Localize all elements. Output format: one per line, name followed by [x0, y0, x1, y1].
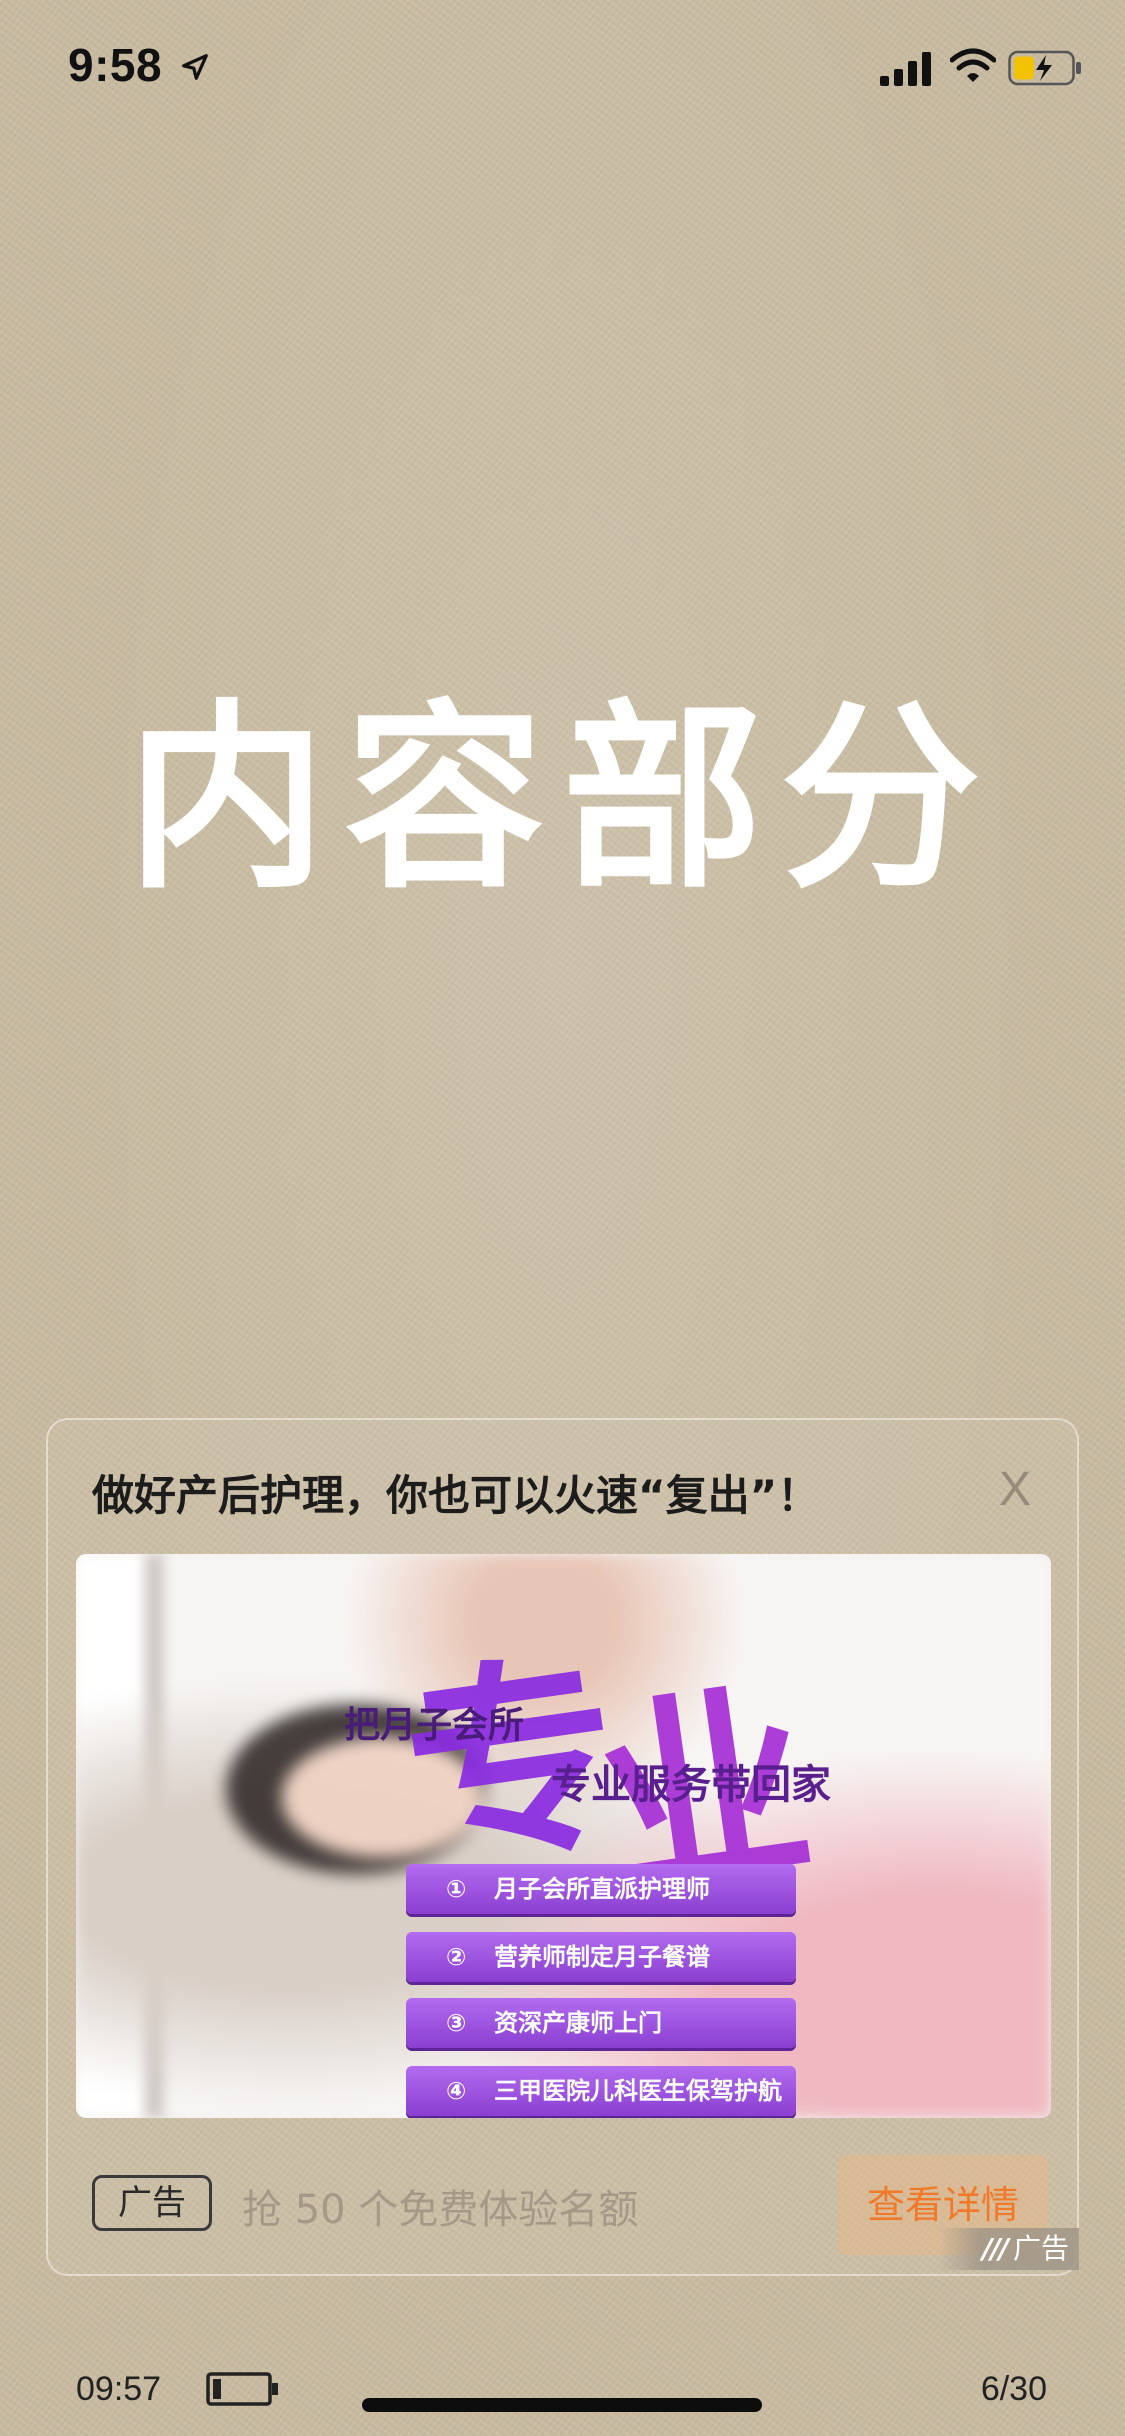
ad-card[interactable]: 做好产后护理，你也可以火速“复出”！ X 专 业 把月子会所 专业服务带回家 ①… — [46, 1418, 1079, 2276]
ad-feature-ribbon: ④ 三甲医院儿科医生保驾护航 — [406, 2066, 796, 2116]
ad-feature-number: ④ — [446, 2077, 467, 2105]
ad-feature-ribbon: ① 月子会所直派护理师 — [406, 1864, 796, 1914]
ad-network-logo-icon: /// — [982, 2232, 1009, 2265]
location-arrow-icon — [182, 54, 208, 80]
ad-feature-ribbon: ③ 资深产康师上门 — [406, 1998, 796, 2048]
battery-icon — [206, 2372, 278, 2406]
home-indicator[interactable] — [362, 2398, 762, 2412]
status-time: 9:58 — [68, 39, 163, 91]
cellular-signal-icon — [880, 52, 931, 86]
close-button[interactable]: X — [999, 1462, 1031, 1517]
ad-feature-text: 三甲医院儿科医生保驾护航 — [494, 2077, 782, 2105]
ad-tagline-1: 把月子会所 — [344, 1705, 525, 1746]
ad-badge: 广告 — [92, 2175, 212, 2231]
ad-feature-text: 营养师制定月子餐谱 — [494, 1943, 710, 1971]
ad-subtext: 抢 50 个免费体验名额 — [242, 2187, 639, 2233]
ad-feature-number: ② — [446, 1943, 467, 1971]
ad-feature-number: ① — [446, 1875, 467, 1903]
ad-headline: 做好产后护理，你也可以火速“复出”！ — [92, 1471, 820, 1520]
ad-feature-ribbon: ② 营养师制定月子餐谱 — [406, 1932, 796, 1982]
page-indicator: 6/30 — [980, 2370, 1047, 2408]
ad-feature-text: 资深产康师上门 — [494, 2009, 662, 2037]
wifi-icon — [950, 48, 996, 82]
ad-banner-image[interactable]: 专 业 把月子会所 专业服务带回家 ① 月子会所直派护理师 ② 营养师制定月子餐谱 … — [76, 1554, 1051, 2118]
status-bar: 9:58 — [0, 0, 1125, 132]
ad-feature-number: ③ — [446, 2009, 467, 2037]
ad-feature-text: 月子会所直派护理师 — [494, 1875, 710, 1903]
reader-clock: 09:57 — [76, 2370, 162, 2408]
battery-charging-icon — [1008, 50, 1081, 86]
ad-tagline-2: 专业服务带回家 — [551, 1762, 831, 1808]
ad-source-text: 广告 — [1012, 2232, 1069, 2265]
content-title: 内容部分 — [126, 683, 999, 916]
ad-source-label: ///广告 — [939, 2228, 1079, 2270]
